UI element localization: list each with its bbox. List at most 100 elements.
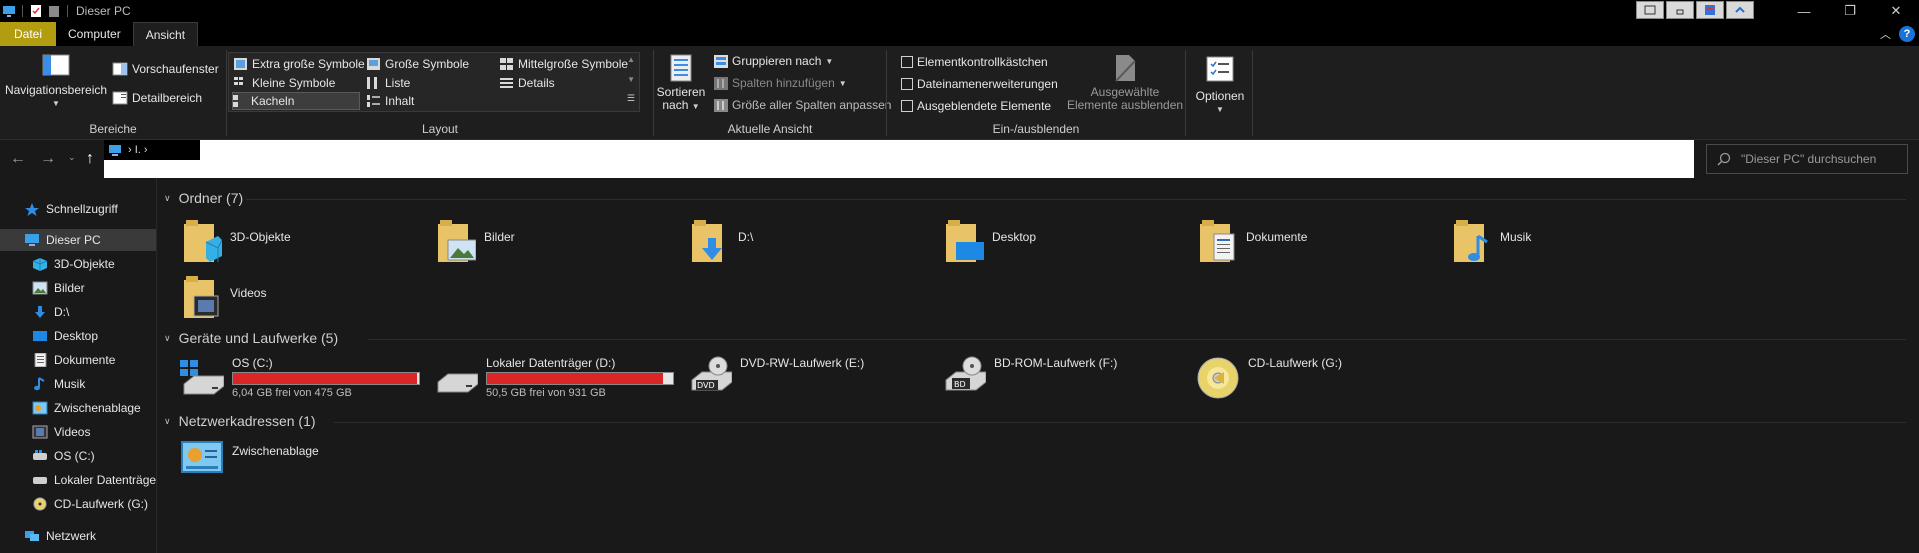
layout-details[interactable]: Details	[500, 74, 555, 92]
sidebar-item-label: Desktop	[54, 329, 99, 343]
drive-tile-local-disk-d[interactable]: Lokaler Datenträger (D:) 50,5 GB frei vo…	[434, 356, 674, 399]
section-header-folders[interactable]: ∨ Ordner (7)	[164, 190, 243, 206]
minimize-tray-icon[interactable]	[1666, 1, 1694, 19]
drive-tile-dvd-rw-e[interactable]: DVD DVD-RW-Laufwerk (E:)	[688, 356, 864, 396]
hidden-items-toggle[interactable]: Ausgeblendete Elemente	[901, 99, 1051, 113]
sidebar-item-desktop[interactable]: Desktop	[0, 325, 156, 347]
color-icon[interactable]	[1696, 1, 1724, 19]
sort-by-button[interactable]: Sortieren nach ▼	[657, 54, 705, 113]
chevron-down-icon: ∨	[164, 415, 171, 426]
folder-tile-music[interactable]: Musik	[1454, 220, 1531, 264]
drive-tile-cd-g[interactable]: CD-Laufwerk (G:)	[1196, 356, 1342, 400]
checkbox[interactable]	[901, 100, 913, 112]
section-header-network[interactable]: ∨ Netzwerkadressen (1)	[164, 413, 316, 429]
sidebar-item-videos[interactable]: Videos	[0, 421, 156, 443]
rollup-icon[interactable]	[1726, 1, 1754, 19]
ribbon: Navigationsbereich ▼ Vorschaufenster Det…	[0, 46, 1919, 140]
add-columns-button[interactable]: Spalten hinzufügen ▼	[714, 76, 847, 90]
options-label: Optionen	[1195, 89, 1245, 103]
maximize-icon[interactable]: ❐	[1827, 0, 1873, 22]
folder-tile-desktop[interactable]: Desktop	[946, 220, 1036, 264]
back-arrow-icon[interactable]: ←	[10, 150, 26, 168]
layout-content[interactable]: Inhalt	[367, 92, 414, 110]
sidebar-item-d-drive[interactable]: D:\	[0, 301, 156, 323]
checkbox[interactable]	[901, 56, 913, 68]
pin-icon[interactable]	[1636, 1, 1664, 19]
fit-columns-button[interactable]: Größe aller Spalten anpassen	[714, 98, 891, 112]
sidebar-item-label: OS (C:)	[54, 449, 95, 463]
gallery-scroll-up-icon[interactable]: ▲	[627, 55, 635, 64]
navigation-pane-button[interactable]: Navigationsbereich ▼	[5, 54, 107, 110]
checkbox[interactable]	[901, 78, 913, 90]
sidebar-item-label: Dokumente	[54, 353, 116, 367]
options-button[interactable]: Optionen ▼	[1192, 56, 1248, 116]
sidebar-item-this-pc[interactable]: Dieser PC	[0, 229, 156, 251]
sidebar-item-cd-drive[interactable]: CD-Laufwerk (G:)	[0, 493, 156, 515]
layout-extra-large-icons[interactable]: Extra große Symbole	[234, 55, 365, 73]
add-columns-label: Spalten hinzufügen	[732, 76, 835, 90]
fit-columns-label: Größe aller Spalten anpassen	[732, 98, 892, 112]
sidebar-item-music[interactable]: Musik	[0, 373, 156, 395]
hide-selected-button[interactable]: Ausgewählte Elemente ausblenden	[1065, 54, 1185, 112]
close-icon[interactable]: ✕	[1873, 0, 1919, 22]
layout-small-icons[interactable]: Kleine Symbole	[234, 74, 335, 92]
minimize-icon[interactable]: —	[1781, 0, 1827, 22]
sidebar-item-documents[interactable]: Dokumente	[0, 349, 156, 371]
drive-tile-bd-rom-f[interactable]: BD BD-ROM-Laufwerk (F:)	[942, 356, 1117, 396]
window-title: Dieser PC	[76, 4, 131, 18]
folder-tile-documents[interactable]: Dokumente	[1200, 220, 1307, 264]
tab-computer[interactable]: Computer	[56, 22, 133, 46]
recent-locations-chevron-icon[interactable]: ⌄	[68, 152, 76, 163]
gallery-more-icon[interactable]: ☰	[627, 93, 635, 104]
forward-arrow-icon[interactable]: →	[40, 150, 56, 168]
sidebar-item-os-c[interactable]: OS (C:)	[0, 445, 156, 467]
sidebar-item-pictures[interactable]: Bilder	[0, 277, 156, 299]
sidebar-item-network[interactable]: Netzwerk	[0, 525, 156, 547]
layout-label: Kleine Symbole	[252, 76, 336, 90]
breadcrumb[interactable]: › I. ›	[104, 140, 200, 160]
properties-icon[interactable]	[29, 4, 43, 18]
file-extensions-toggle[interactable]: Dateinamenerweiterungen	[901, 77, 1058, 91]
collapse-ribbon-icon[interactable]: ︿	[1880, 26, 1891, 42]
download-icon	[35, 306, 45, 318]
gallery-scroll-down-icon[interactable]: ▼	[627, 75, 635, 84]
navigation-pane: Schnellzugriff Dieser PC 3D-Objekte Bild…	[0, 178, 157, 553]
item-checkboxes-toggle[interactable]: Elementkontrollkästchen	[901, 55, 1048, 69]
layout-list[interactable]: Liste	[367, 74, 410, 92]
section-header-drives[interactable]: ∨ Geräte und Laufwerke (5)	[164, 330, 338, 346]
folder-tile-videos[interactable]: Videos	[184, 276, 266, 320]
sidebar-item-quick-access[interactable]: Schnellzugriff	[0, 198, 156, 220]
folder-tile-d-drive[interactable]: D:\	[692, 220, 753, 264]
cube-icon	[32, 258, 48, 271]
sidebar-item-clipboard[interactable]: Zwischenablage	[0, 397, 156, 419]
tab-ansicht[interactable]: Ansicht	[132, 22, 199, 46]
address-bar[interactable]	[104, 140, 1694, 178]
up-arrow-icon[interactable]: ↑	[86, 150, 94, 168]
details-pane-button[interactable]: Detailbereich	[112, 91, 202, 105]
folder-documents-icon	[1200, 220, 1235, 262]
help-icon[interactable]: ?	[1899, 26, 1915, 42]
folder-tile-pictures[interactable]: Bilder	[438, 220, 515, 264]
preview-pane-button[interactable]: Vorschaufenster	[112, 62, 219, 76]
tab-datei[interactable]: Datei	[0, 22, 57, 46]
sidebar-item-3d-objects[interactable]: 3D-Objekte	[0, 253, 156, 275]
group-by-button[interactable]: Gruppieren nach ▼	[714, 54, 833, 68]
computer-icon[interactable]	[2, 4, 16, 18]
layout-medium-icons[interactable]: Mittelgroße Symbole	[500, 55, 628, 73]
layout-tiles[interactable]: Kacheln	[232, 92, 360, 110]
search-box[interactable]: "Dieser PC" durchsuchen	[1706, 144, 1908, 174]
sidebar-item-local-disk[interactable]: Lokaler Datenträger	[0, 469, 156, 491]
separator	[1252, 50, 1253, 136]
new-folder-icon[interactable]	[47, 4, 61, 18]
group-label: Ein-/ausblenden	[992, 122, 1080, 136]
network-tile-clipboard[interactable]: Zwischenablage	[180, 440, 319, 476]
chevron-down-icon: ∨	[164, 332, 171, 343]
folder-tile-3d-objects[interactable]: 3D-Objekte	[184, 220, 291, 264]
drive-usage-fill	[233, 373, 417, 384]
layout-large-icons[interactable]: Große Symbole	[367, 55, 469, 73]
drive-name: CD-Laufwerk (G:)	[1248, 356, 1343, 370]
drive-tile-os-c[interactable]: OS (C:) 6,04 GB frei von 475 GB	[180, 356, 420, 399]
tiles-icon	[233, 95, 246, 107]
layout-label: Mittelgroße Symbole	[518, 57, 629, 71]
drive-icon	[33, 450, 47, 460]
